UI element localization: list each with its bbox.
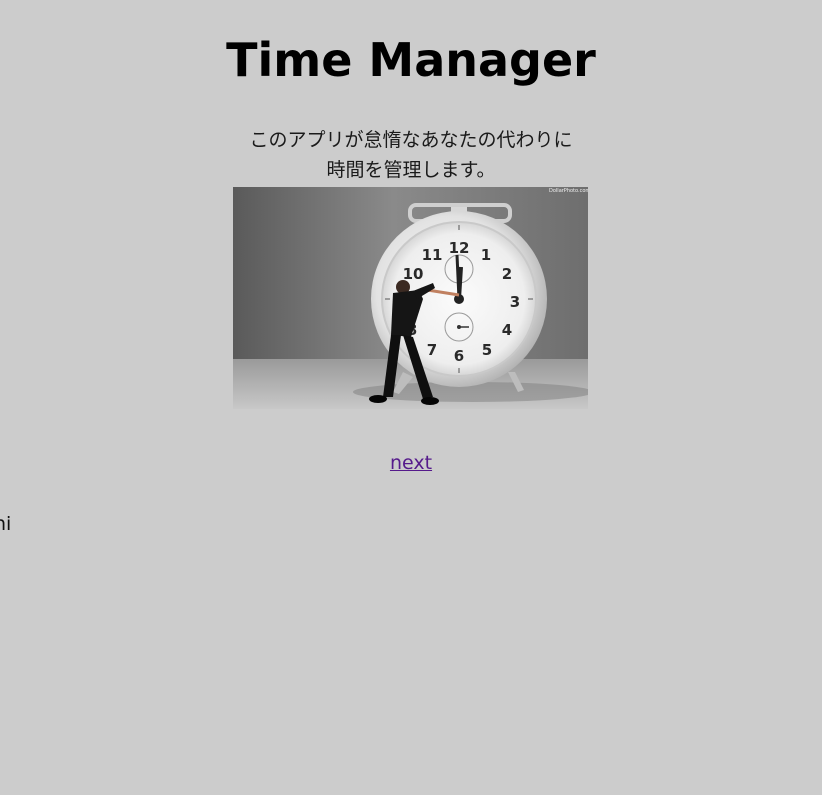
clock-numeral-11: 11 — [422, 246, 443, 264]
clock-numeral-4: 4 — [502, 321, 512, 339]
clock-numeral-3: 3 — [510, 293, 520, 311]
hero-image: DollarPhoto.com 12 1 2 3 4 5 6 7 8 9 10 … — [233, 187, 588, 409]
clock-numeral-7: 7 — [427, 341, 437, 359]
watermark-text: DollarPhoto.com — [549, 188, 588, 194]
clipped-text: ni — [0, 513, 12, 535]
page-title: Time Manager — [226, 33, 596, 87]
clock-numeral-12: 12 — [449, 239, 470, 257]
description-line-1: このアプリが怠惰なあなたの代わりに — [249, 129, 573, 151]
clock-numeral-1: 1 — [481, 246, 491, 264]
clock-numeral-2: 2 — [502, 265, 512, 283]
clock-numeral-5: 5 — [482, 341, 492, 359]
clock-numeral-6: 6 — [454, 347, 464, 365]
description-line-2: 時間を管理します。 — [326, 159, 496, 181]
next-link[interactable]: next — [390, 452, 432, 474]
clock-numeral-10: 10 — [403, 265, 424, 283]
app-description: このアプリが怠惰なあなたの代わりに 時間を管理します。 — [0, 125, 822, 185]
next-link-container: next — [0, 450, 822, 476]
